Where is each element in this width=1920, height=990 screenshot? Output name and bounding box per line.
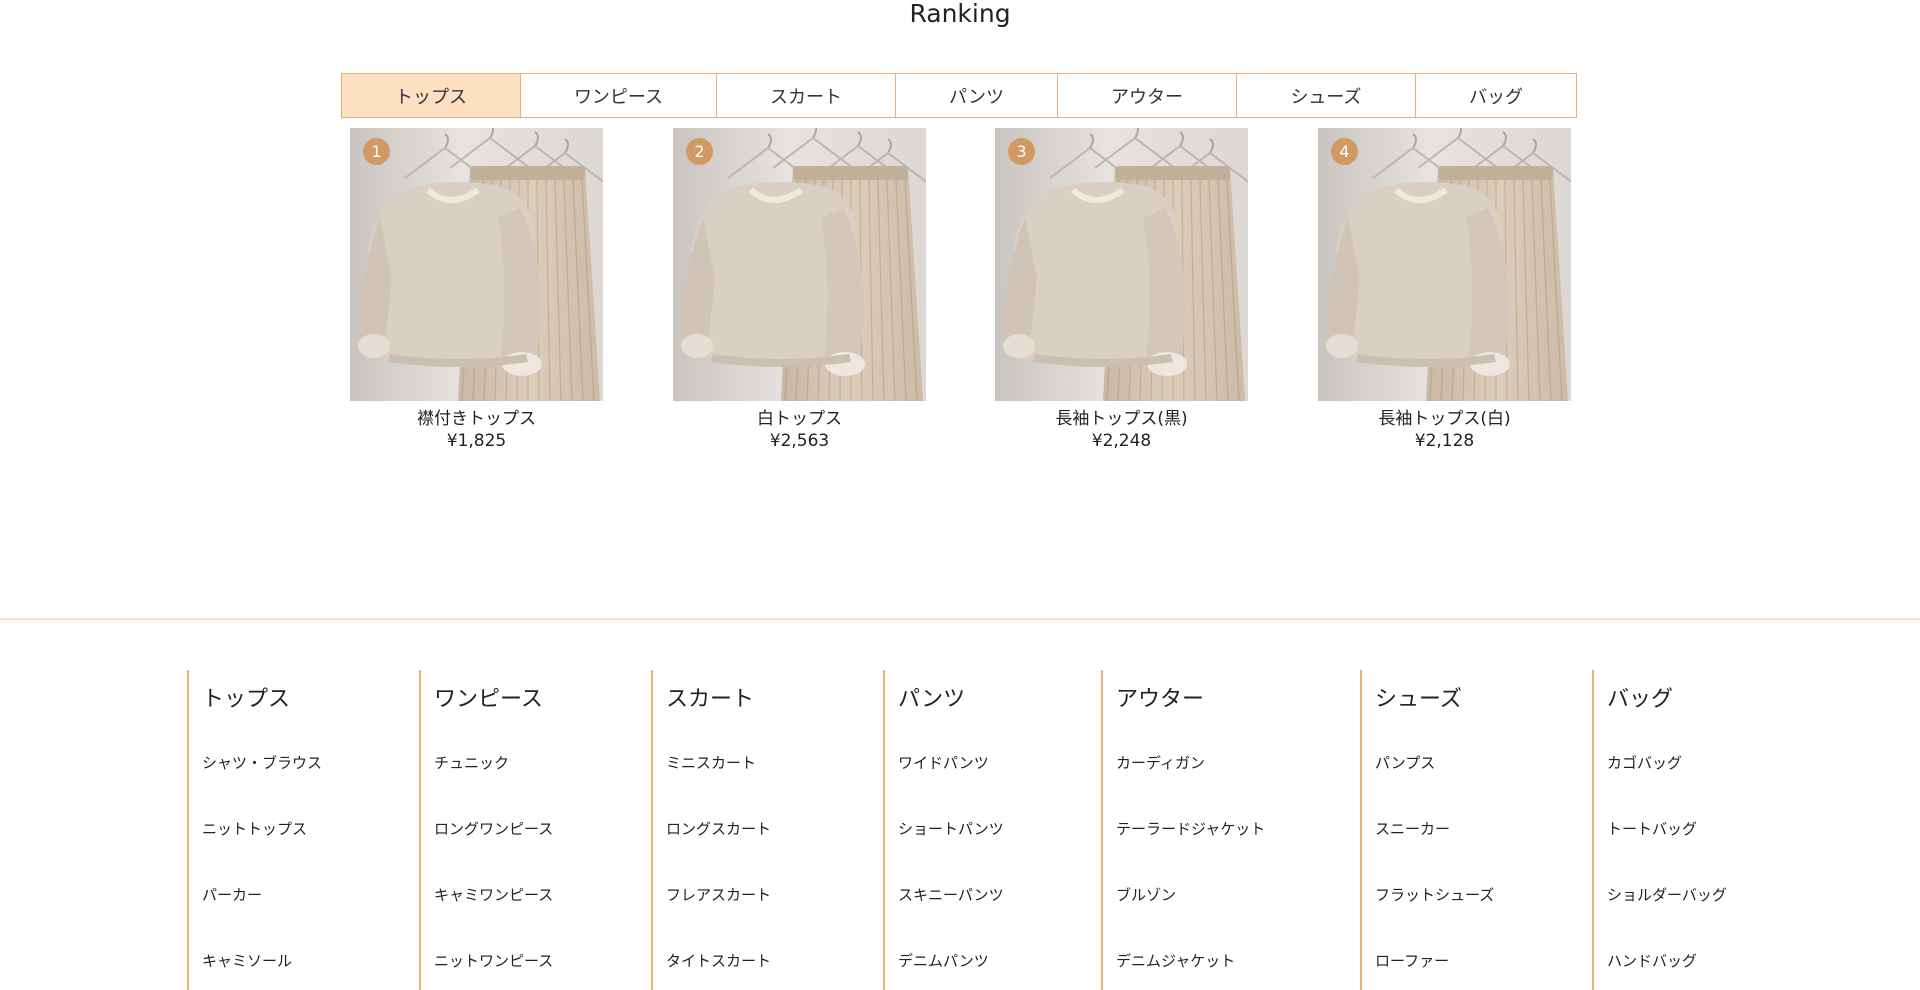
footer-link[interactable]: ハンドバッグ	[1607, 951, 1824, 971]
product-image[interactable]: 4	[1318, 128, 1571, 401]
rank-badge: 3	[1008, 138, 1035, 165]
footer-column-shoes: シューズ パンプス スニーカー フラットシューズ ローファー	[1360, 670, 1592, 990]
footer-link-list: シャツ・ブラウス ニットトップス パーカー キャミソール	[202, 753, 419, 971]
tab-onepiece[interactable]: ワンピース	[521, 74, 717, 117]
product-name[interactable]: 襟付きトップス	[350, 408, 603, 430]
footer-column-outer: アウター カーディガン テーラードジャケット ブルゾン デニムジャケット	[1101, 670, 1360, 990]
footer-link[interactable]: ショルダーバッグ	[1607, 885, 1824, 905]
footer-link[interactable]: ロングスカート	[666, 819, 883, 839]
product-price: ¥2,248	[1091, 431, 1152, 451]
footer-heading[interactable]: バッグ	[1607, 670, 1824, 715]
footer-link[interactable]: ワイドパンツ	[898, 753, 1101, 773]
footer-link[interactable]: デニムジャケット	[1116, 951, 1360, 971]
footer-column-tops: トップス シャツ・ブラウス ニットトップス パーカー キャミソール	[187, 670, 419, 990]
section-divider	[0, 618, 1920, 624]
product-name[interactable]: 長袖トップス(黒)	[995, 408, 1248, 430]
footer-link[interactable]: スキニーパンツ	[898, 885, 1101, 905]
footer-link[interactable]: タイトスカート	[666, 951, 883, 971]
rank-badge: 4	[1331, 138, 1358, 165]
footer-link[interactable]: チュニック	[434, 753, 651, 773]
footer-link[interactable]: ニットワンピース	[434, 951, 651, 971]
footer-link[interactable]: カーディガン	[1116, 753, 1360, 773]
footer-link-list: カゴバッグ トートバッグ ショルダーバッグ ハンドバッグ	[1607, 753, 1824, 971]
product-name[interactable]: 長袖トップス(白)	[1318, 408, 1571, 430]
footer-column-bag: バッグ カゴバッグ トートバッグ ショルダーバッグ ハンドバッグ	[1592, 670, 1824, 990]
footer-link[interactable]: フラットシューズ	[1375, 885, 1592, 905]
footer-link[interactable]: スニーカー	[1375, 819, 1592, 839]
product-card[interactable]: 4 長袖トップス(白) ¥2,128	[1318, 128, 1571, 452]
footer-link[interactable]: ミニスカート	[666, 753, 883, 773]
footer-heading[interactable]: トップス	[202, 670, 419, 715]
footer-link[interactable]: シャツ・ブラウス	[202, 753, 419, 773]
footer-link[interactable]: ブルゾン	[1116, 885, 1360, 905]
footer-link[interactable]: パーカー	[202, 885, 419, 905]
footer-link-list: チュニック ロングワンピース キャミワンピース ニットワンピース	[434, 753, 651, 971]
tab-outer[interactable]: アウター	[1058, 74, 1237, 117]
tab-skirt[interactable]: スカート	[717, 74, 896, 117]
footer-heading[interactable]: パンツ	[898, 670, 1101, 715]
footer-link[interactable]: テーラードジャケット	[1116, 819, 1360, 839]
footer-column-skirt: スカート ミニスカート ロングスカート フレアスカート タイトスカート	[651, 670, 883, 990]
rank-badge: 2	[686, 138, 713, 165]
footer-link[interactable]: キャミソール	[202, 951, 419, 971]
tab-bag[interactable]: バッグ	[1416, 74, 1576, 117]
product-image[interactable]: 1	[350, 128, 603, 401]
footer-link-list: カーディガン テーラードジャケット ブルゾン デニムジャケット	[1116, 753, 1360, 971]
product-card[interactable]: 2 白トップス ¥2,563	[673, 128, 926, 452]
footer-link[interactable]: ロングワンピース	[434, 819, 651, 839]
footer-link-list: ミニスカート ロングスカート フレアスカート タイトスカート	[666, 753, 883, 971]
footer-link[interactable]: ニットトップス	[202, 819, 419, 839]
rank-badge: 1	[363, 138, 390, 165]
tab-tops[interactable]: トップス	[342, 74, 521, 117]
footer-link[interactable]: パンプス	[1375, 753, 1592, 773]
footer-heading[interactable]: アウター	[1116, 670, 1360, 715]
footer-link[interactable]: ローファー	[1375, 951, 1592, 971]
footer-link[interactable]: フレアスカート	[666, 885, 883, 905]
page: Ranking トップス ワンピース スカート パンツ アウター シューズ バッ…	[0, 0, 1920, 990]
footer-column-onepiece: ワンピース チュニック ロングワンピース キャミワンピース ニットワンピース	[419, 670, 651, 990]
footer-link[interactable]: キャミワンピース	[434, 885, 651, 905]
ranking-title: Ranking	[909, 0, 1011, 28]
tab-pants[interactable]: パンツ	[896, 74, 1058, 117]
footer-category-nav: トップス シャツ・ブラウス ニットトップス パーカー キャミソール ワンピース …	[0, 670, 1920, 990]
product-price: ¥2,128	[1414, 431, 1475, 451]
footer-link[interactable]: デニムパンツ	[898, 951, 1101, 971]
product-card[interactable]: 1 襟付きトップス ¥1,825	[350, 128, 603, 452]
product-card[interactable]: 3 長袖トップス(黒) ¥2,248	[995, 128, 1248, 452]
product-photo	[350, 128, 603, 401]
footer-link[interactable]: トートバッグ	[1607, 819, 1824, 839]
product-photo	[1318, 128, 1571, 401]
footer-link[interactable]: カゴバッグ	[1607, 753, 1824, 773]
tab-shoes[interactable]: シューズ	[1237, 74, 1416, 117]
product-image[interactable]: 2	[673, 128, 926, 401]
footer-link-list: パンプス スニーカー フラットシューズ ローファー	[1375, 753, 1592, 971]
product-name[interactable]: 白トップス	[673, 408, 926, 430]
product-photo	[995, 128, 1248, 401]
footer-heading[interactable]: スカート	[666, 670, 883, 715]
product-image[interactable]: 3	[995, 128, 1248, 401]
footer-link-list: ワイドパンツ ショートパンツ スキニーパンツ デニムパンツ	[898, 753, 1101, 971]
product-photo	[673, 128, 926, 401]
product-price: ¥1,825	[446, 431, 507, 451]
category-tabs: トップス ワンピース スカート パンツ アウター シューズ バッグ	[341, 73, 1577, 118]
footer-column-pants: パンツ ワイドパンツ ショートパンツ スキニーパンツ デニムパンツ	[883, 670, 1101, 990]
footer-heading[interactable]: ワンピース	[434, 670, 651, 715]
product-price: ¥2,563	[769, 431, 830, 451]
footer-link[interactable]: ショートパンツ	[898, 819, 1101, 839]
ranking-products: 1 襟付きトップス ¥1,825 2 白トップス ¥2,563 3 長袖トップス…	[0, 128, 1920, 458]
footer-heading[interactable]: シューズ	[1375, 670, 1592, 715]
